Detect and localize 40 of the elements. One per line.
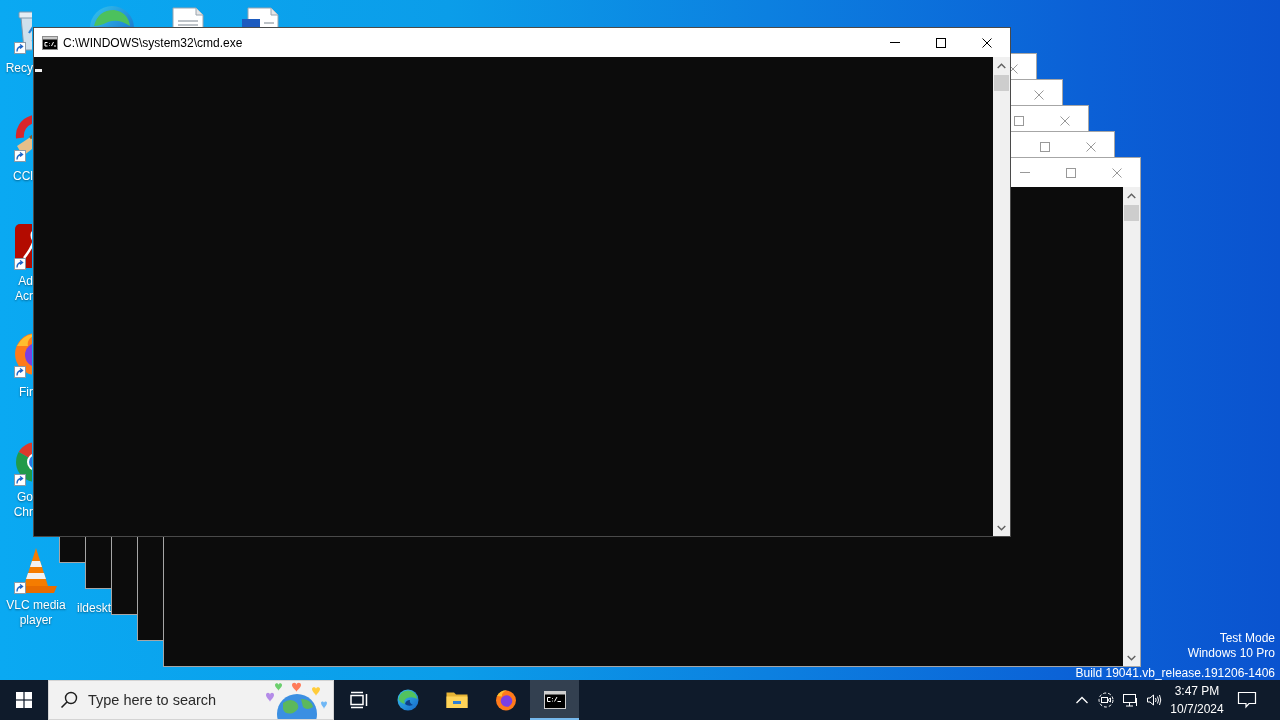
- scroll-thumb[interactable]: [1124, 205, 1139, 221]
- maximize-icon[interactable]: [936, 37, 946, 48]
- document-icon[interactable]: [170, 7, 206, 27]
- system-notice-text: Test Mode: [1219, 631, 1275, 646]
- clock-time[interactable]: 3:47 PM: [1174, 682, 1220, 700]
- terminal-icon: [42, 35, 58, 50]
- volume-icon[interactable]: [1146, 692, 1162, 708]
- swirl-icon: [395, 688, 420, 712]
- close-icon[interactable]: [982, 37, 992, 48]
- chevron-down-icon[interactable]: [997, 524, 1006, 531]
- desktop-icon-label[interactable]: Ad Acr: [0, 274, 33, 304]
- system-notice-text: Windows 10 Pro: [1187, 646, 1275, 661]
- search-icon: [60, 691, 78, 709]
- desktop-icon-label[interactable]: VLC media player: [2, 598, 70, 628]
- text-cursor: [35, 69, 42, 72]
- chat-bubble-icon[interactable]: [1237, 691, 1257, 709]
- system-notice-text: Build 19041.vb_release.191206-1406: [1075, 667, 1275, 680]
- brush-icon[interactable]: [12, 114, 32, 162]
- taskbar-button[interactable]: [530, 680, 579, 720]
- desktop-icon-label[interactable]: Go Chr: [0, 490, 33, 520]
- scroll-thumb[interactable]: [994, 75, 1009, 91]
- search-bar[interactable]: Type here to search: [48, 680, 334, 720]
- network-icon[interactable]: [1122, 692, 1138, 708]
- desktop-icon-label[interactable]: CCl: [13, 169, 33, 184]
- document-icon[interactable]: [240, 7, 280, 27]
- terminal-icon: [542, 688, 567, 712]
- desktop-icon-label[interactable]: Fir: [19, 385, 33, 400]
- scrollbar[interactable]: [1123, 187, 1140, 666]
- desktop-icon-label[interactable]: ildeskt: [77, 601, 111, 616]
- swoosh-tile-icon[interactable]: [12, 222, 32, 270]
- search-field[interactable]: Type here to search: [88, 692, 222, 708]
- camera-icon[interactable]: [1098, 692, 1114, 708]
- flame-globe-icon: [493, 688, 518, 712]
- clock-date[interactable]: 10/7/2024: [1170, 700, 1224, 718]
- chevron-down-icon[interactable]: [1127, 654, 1136, 661]
- close-icon[interactable]: [1008, 63, 1018, 74]
- desktop-icon-label[interactable]: Recy: [5, 61, 33, 76]
- window-title: C:\WINDOWS\system32\cmd.exe: [63, 35, 243, 50]
- four-squares-icon: [16, 692, 32, 708]
- scrollbar[interactable]: [993, 57, 1010, 536]
